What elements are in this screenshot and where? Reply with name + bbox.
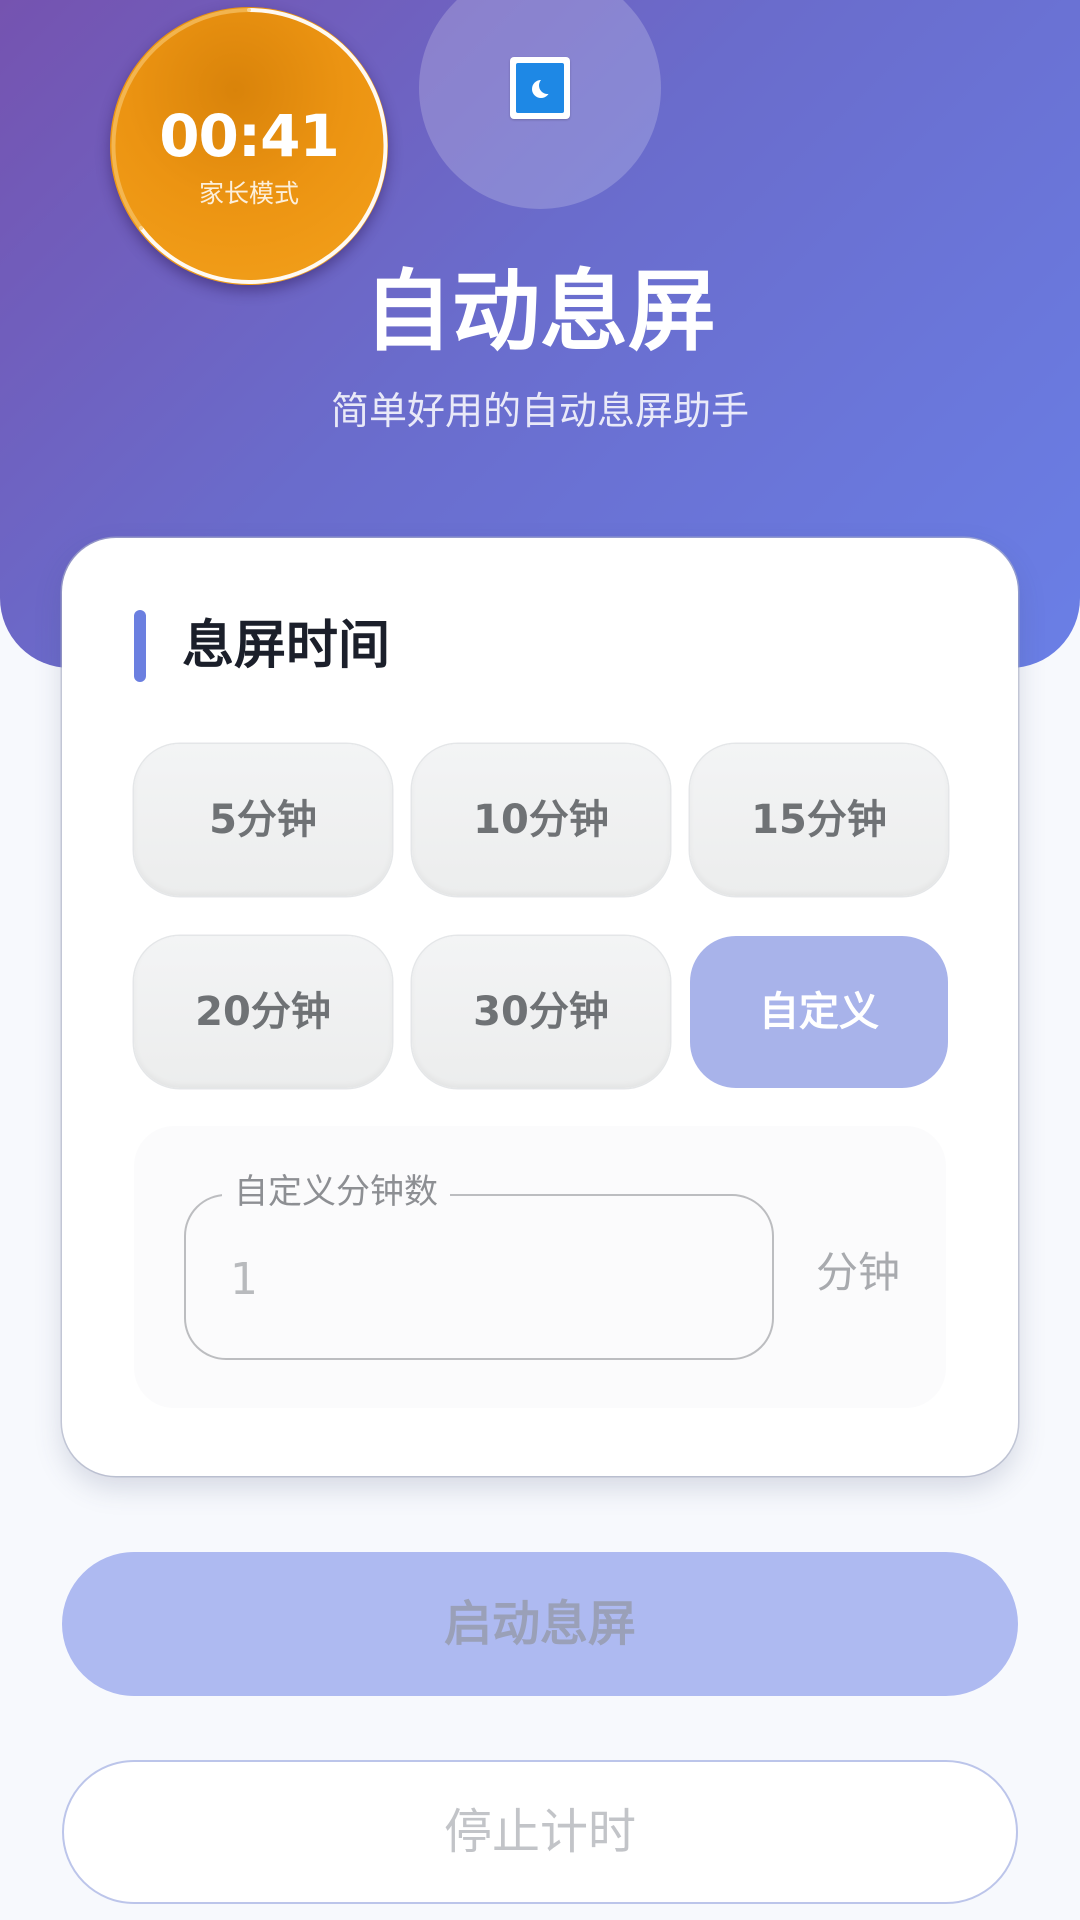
option-30-min[interactable]: 30分钟 — [412, 936, 670, 1088]
custom-minutes-panel: 自定义分钟数 分钟 — [134, 1126, 946, 1408]
stop-timer-button[interactable]: 停止计时 — [62, 1760, 1018, 1904]
app-icon-screen — [516, 63, 564, 113]
start-screen-off-button[interactable]: 启动息屏 — [62, 1552, 1018, 1696]
minutes-unit-label: 分钟 — [816, 1248, 901, 1297]
timer-mode-label: 家长模式 — [198, 179, 299, 208]
option-5-min[interactable]: 5分钟 — [134, 744, 392, 896]
option-20-min[interactable]: 20分钟 — [134, 936, 392, 1088]
custom-minutes-field[interactable]: 自定义分钟数 — [184, 1168, 774, 1360]
timer-time: 00:41 — [159, 102, 340, 170]
custom-minutes-input[interactable] — [230, 1244, 710, 1314]
custom-minutes-label: 自定义分钟数 — [222, 1168, 450, 1216]
page-subtitle: 简单好用的自动息屏助手 — [330, 389, 749, 433]
timeout-settings-card: 息屏时间 5分钟 10分钟 15分钟 20分钟 30分钟 自定义 自定义分钟数 … — [62, 538, 1018, 1476]
option-15-min[interactable]: 15分钟 — [690, 744, 948, 896]
moon-icon-cutout — [539, 77, 556, 94]
section-title: 息屏时间 — [182, 616, 391, 676]
moon-screen-app-icon — [510, 57, 570, 119]
page-title: 自动息屏 — [363, 260, 716, 363]
option-10-min[interactable]: 10分钟 — [412, 744, 670, 896]
option-custom[interactable]: 自定义 — [690, 936, 948, 1088]
countdown-timer[interactable]: 00:41 家长模式 — [110, 7, 388, 285]
section-accent-bar — [134, 610, 146, 682]
